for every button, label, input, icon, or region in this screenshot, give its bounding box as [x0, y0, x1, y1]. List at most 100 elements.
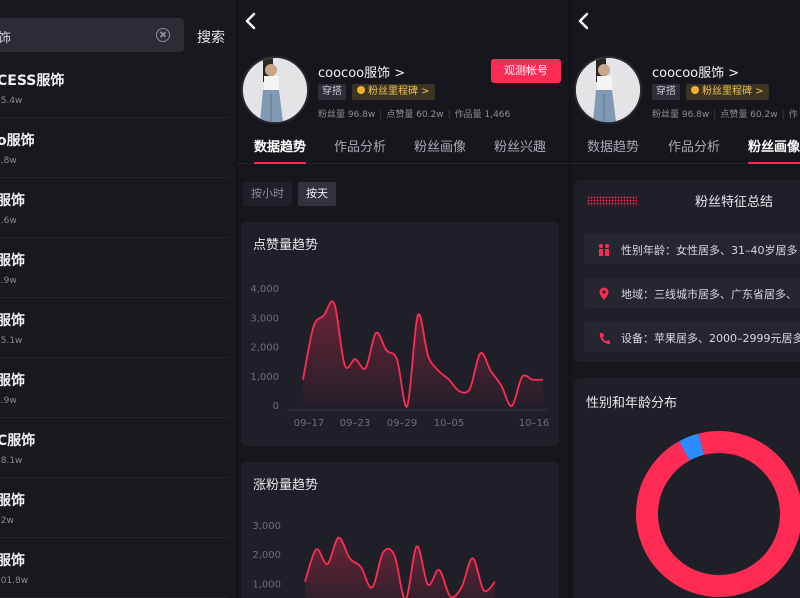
back-arrow-icon[interactable] — [244, 12, 258, 30]
active-tab-indicator — [254, 162, 306, 164]
list-item[interactable]: 服饰 3.9w — [0, 238, 228, 298]
fans-count: 3.9w — [0, 276, 17, 286]
account-stats: 粉丝量 96.8w | 点赞量 60.2w | 作品量 1,466 — [318, 110, 511, 120]
likes-trend-chart[interactable]: 4,000 3,000 2,000 1,000 0 09–17 09–23 09–29 10–0… — [241, 222, 559, 446]
fans-y-tick: 2,000 — [252, 550, 281, 561]
summary-text: 设备：苹果居多、2000–2999元居多 — [621, 332, 800, 345]
account-name: 服饰 — [0, 193, 25, 209]
list-item[interactable]: CESS服饰 05.4w — [0, 58, 228, 118]
tab-fan-portrait[interactable]: 粉丝画像 — [414, 136, 466, 155]
account-name: 服饰 — [0, 253, 25, 269]
account-name: 服饰 — [0, 493, 25, 509]
fans-count: 2.6w — [0, 216, 17, 226]
donut-slice — [636, 431, 800, 597]
avatar[interactable] — [574, 56, 642, 124]
fans-y-tick: 1,000 — [252, 580, 281, 591]
account-name: 服饰 — [0, 553, 25, 569]
list-item[interactable]: 服饰 12w — [0, 478, 228, 538]
account-name[interactable]: coocoo服饰 > — [652, 62, 739, 81]
tab-fan-portrait[interactable]: 粉丝画像 — [748, 136, 800, 155]
likes-x-tick: 09–29 — [387, 418, 417, 429]
likes-y-tick: 3,000 — [250, 313, 279, 324]
donut-slice — [679, 433, 705, 461]
tab-bar: 数据趋势 作品分析 粉丝画像 — [570, 136, 800, 164]
tab-bar: 数据趋势 作品分析 粉丝画像 粉丝兴趣 — [237, 136, 569, 164]
milestone-tag-label: 粉丝里程碑 > — [368, 86, 430, 97]
search-button[interactable]: 搜索 — [197, 27, 225, 47]
likes-y-tick: 4,000 — [250, 284, 279, 295]
likes-x-tick: 10–05 — [434, 418, 464, 429]
likes-x-tick: 09–23 — [340, 418, 370, 429]
summary-row-gender-age: 性别年龄：女性居多、31–40岁居多 — [584, 234, 800, 264]
medal-icon — [357, 86, 365, 94]
search-input[interactable]: 饰 — [0, 18, 184, 52]
avatar[interactable] — [241, 56, 309, 124]
tab-data-trend[interactable]: 数据趋势 — [587, 136, 639, 155]
milestone-tag[interactable]: 粉丝里程碑 > — [352, 84, 435, 100]
likes-x-tick: 09–17 — [294, 418, 324, 429]
gender-age-donut-chart[interactable] — [574, 378, 800, 598]
tab-works-analysis[interactable]: 作品分析 — [334, 136, 386, 155]
fans-count: 6.8w — [0, 156, 17, 166]
summary-text: 性别年龄：女性居多、31–40岁居多 — [621, 244, 798, 257]
category-tag: 穿搭 — [318, 84, 346, 100]
search-bar: 饰 搜索 — [0, 18, 236, 54]
account-stats: 粉丝量 96.8w | 点赞量 60.2w | 作 — [652, 110, 798, 120]
account-name: 服饰 — [0, 313, 25, 329]
milestone-tag-label: 粉丝里程碑 > — [702, 86, 764, 97]
likes-count: 点赞量 60.2w — [720, 110, 778, 120]
fan-summary-title: 粉丝特征总结 — [695, 195, 774, 210]
fans-count: 粉丝量 96.8w — [318, 110, 376, 120]
gender-age-icon — [598, 242, 610, 256]
toggle-by-day[interactable]: 按天 — [298, 182, 336, 206]
tab-data-trend[interactable]: 数据趋势 — [254, 136, 306, 155]
detect-account-button[interactable]: 观测帐号 — [491, 59, 561, 83]
fans-trend-card: 涨粉量趋势 3,000 2,000 1,000 — [241, 462, 559, 598]
search-results-panel: 饰 搜索 CESS服饰 05.4w o服饰 6.8w 服饰 2.6w 服饰 3.9w 服饰 45.… — [0, 0, 236, 598]
account-name: CESS服饰 — [0, 73, 65, 89]
category-tag: 穿搭 — [652, 84, 680, 100]
account-name: C服饰 — [0, 433, 36, 449]
dots-decoration — [587, 196, 637, 206]
fans-y-tick: 3,000 — [252, 521, 281, 532]
works-count: 作 — [788, 110, 798, 120]
likes-trend-card: 点赞量趋势 4,000 3,000 2,000 1,000 0 09–17 09–23 09–… — [241, 222, 559, 446]
works-count: 作品量 1,466 — [454, 110, 511, 120]
search-query-text: 饰 — [0, 31, 12, 46]
gender-age-card: 性别和年龄分布 — [574, 378, 800, 598]
summary-text: 地域：三线城市居多、广东省居多、 — [621, 288, 797, 301]
fans-count: 58.1w — [0, 456, 23, 466]
likes-x-tick: 10–16 — [519, 418, 549, 429]
list-item[interactable]: 服饰 45.1w — [0, 298, 228, 358]
fan-summary-card: 粉丝特征总结 性别年龄：女性居多、31–40岁居多 地域：三线城市居多、广东省居… — [574, 180, 800, 362]
likes-count: 点赞量 60.2w — [386, 110, 444, 120]
likes-y-tick: 0 — [273, 401, 279, 412]
list-item[interactable]: 服饰 2.6w — [0, 178, 228, 238]
fans-trend-chart[interactable]: 3,000 2,000 1,000 — [241, 462, 559, 598]
fans-count: 粉丝量 96.8w — [652, 110, 710, 120]
summary-row-region: 地域：三线城市居多、广东省居多、 — [584, 278, 800, 308]
account-name[interactable]: coocoo服饰 > — [318, 62, 405, 81]
summary-row-device: 设备：苹果居多、2000–2999元居多 — [584, 322, 800, 352]
fans-count: 6.9w — [0, 396, 17, 406]
tab-works-analysis[interactable]: 作品分析 — [668, 136, 720, 155]
back-arrow-icon[interactable] — [577, 12, 591, 30]
location-pin-icon — [598, 286, 610, 300]
list-item[interactable]: 服饰 6.9w — [0, 358, 228, 418]
list-item[interactable]: o服饰 6.8w — [0, 118, 228, 178]
list-item[interactable]: C服饰 58.1w — [0, 418, 228, 478]
toggle-by-hour[interactable]: 按小时 — [243, 182, 292, 206]
active-tab-indicator — [748, 162, 800, 164]
account-name: 服饰 — [0, 373, 25, 389]
phone-icon — [598, 330, 610, 344]
tab-fan-interest[interactable]: 粉丝兴趣 — [494, 136, 546, 155]
likes-y-tick: 2,000 — [250, 343, 279, 354]
milestone-tag[interactable]: 粉丝里程碑 > — [686, 84, 769, 100]
fans-count: 05.4w — [0, 96, 23, 106]
fans-count: 12w — [0, 516, 14, 526]
fans-count: 45.1w — [0, 336, 23, 346]
account-name: o服饰 — [0, 133, 35, 149]
list-item[interactable]: 服饰 201.8w — [0, 538, 228, 598]
fan-portrait-panel: coocoo服饰 > 穿搭 粉丝里程碑 > 粉丝量 96.8w | 点赞量 60.2… — [569, 0, 800, 598]
clear-icon[interactable] — [156, 28, 170, 42]
